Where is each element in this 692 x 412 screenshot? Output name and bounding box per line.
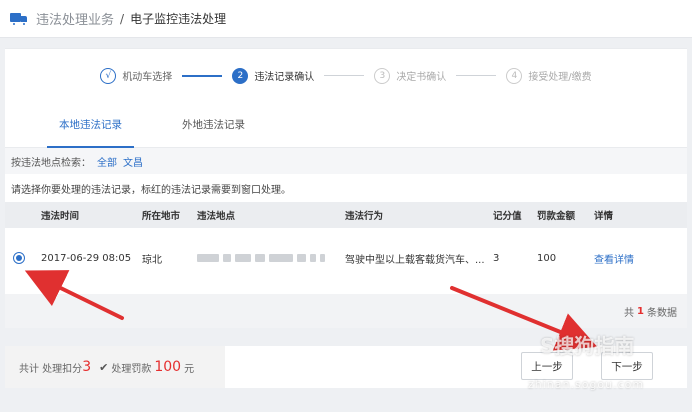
violation-table: 违法时间 所在地市 违法地点 违法行为 记分值 罚款金额 详情 2017-06-… (5, 202, 687, 288)
header-city: 所在地市 (142, 211, 181, 222)
step-connector (182, 74, 223, 77)
step-label: 决定书确认 (396, 72, 447, 83)
step-number: 2 (232, 67, 249, 84)
summary-unit: 元 (184, 363, 195, 375)
filter-label: 按违法地点检索： (11, 157, 91, 169)
step-number: 4 (506, 67, 523, 84)
tab-local-records[interactable]: 本地违法记录 (47, 101, 134, 148)
step-label: 违法记录确认 (254, 72, 315, 83)
view-detail-link[interactable]: 查看详情 (594, 255, 634, 266)
summary-fine: 100 (154, 359, 182, 375)
header-score: 记分值 (493, 211, 522, 222)
processing-summary: 共计 处理扣分 3 ✔ 处理罚款 100 元 (5, 346, 225, 388)
check-icon: ✔ (99, 360, 109, 374)
cell-score: 3 (493, 252, 500, 264)
breadcrumb-current: 电子监控违法处理 (130, 12, 227, 26)
step-number: 3 (374, 67, 391, 84)
radio-selected-dot (16, 255, 22, 261)
table-row[interactable]: 2017-06-29 08:05 琼北 驾驶中型以上载客载货汽车、... 3 1… (5, 228, 687, 288)
summary-score: 3 (82, 359, 92, 375)
record-count: 共 1 条数据 (5, 294, 687, 328)
step-connector (456, 75, 497, 76)
header-select (5, 202, 41, 228)
count-suffix: 条数据 (647, 307, 677, 319)
step-accept-pay: 4 接受处理/缴费 (506, 67, 592, 84)
step-connector (324, 75, 365, 76)
table-header-row: 违法时间 所在地市 违法地点 违法行为 记分值 罚款金额 详情 (5, 202, 687, 228)
summary-prefix: 共计 处理扣分 (19, 363, 83, 375)
row-radio[interactable] (13, 252, 25, 264)
breadcrumb-section[interactable]: 违法处理业务 (36, 9, 114, 28)
step-decision-confirm: 3 决定书确认 (374, 67, 447, 84)
step-record-confirm: 2 违法记录确认 (232, 67, 315, 84)
watermark-logo: S搜狗指南 (540, 334, 635, 358)
tab-nonlocal-records[interactable]: 外地违法记录 (170, 101, 257, 147)
count-number: 1 (637, 305, 644, 317)
cell-city: 琼北 (142, 254, 162, 266)
progress-stepper: √ 机动车选择 2 违法记录确认 3 决定书确认 4 接受处理/缴费 (5, 48, 687, 102)
filter-option-all[interactable]: 全部 (97, 154, 117, 169)
selection-hint: 请选择你要处理的违法记录，标红的违法记录需要到窗口处理。 (11, 184, 291, 196)
cell-fine: 100 (537, 252, 557, 264)
redacted-location (197, 253, 325, 262)
row-select-cell (5, 228, 41, 288)
location-filter: 按违法地点检索： 全部 文昌 (5, 148, 687, 174)
count-prefix: 共 (624, 307, 635, 319)
cell-detail: 查看详情 (594, 228, 687, 288)
step-vehicle-select: √ 机动车选择 (100, 67, 173, 84)
step-label: 机动车选择 (122, 72, 173, 83)
header-fine: 罚款金额 (537, 211, 576, 222)
summary-fine-label: 处理罚款 (111, 363, 152, 375)
cell-location (197, 228, 345, 288)
step-label: 接受处理/缴费 (528, 72, 592, 83)
cell-time: 2017-06-29 08:05 (41, 252, 132, 264)
truck-icon (10, 12, 28, 26)
filter-option-wenchang[interactable]: 文昌 (123, 154, 143, 169)
step-check-icon: √ (100, 67, 117, 84)
breadcrumb: 违法处理业务 / 电子监控违法处理 (0, 0, 692, 38)
cell-action: 驾驶中型以上载客载货汽车、... (345, 254, 485, 266)
watermark-url: zhinan.sogou.com (528, 378, 645, 391)
record-tabs: 本地违法记录 外地违法记录 (5, 102, 687, 148)
header-action: 违法行为 (345, 211, 384, 222)
header-time: 违法时间 (41, 211, 80, 222)
breadcrumb-separator: / (120, 11, 125, 26)
header-location: 违法地点 (197, 211, 236, 222)
header-detail: 详情 (594, 211, 614, 222)
